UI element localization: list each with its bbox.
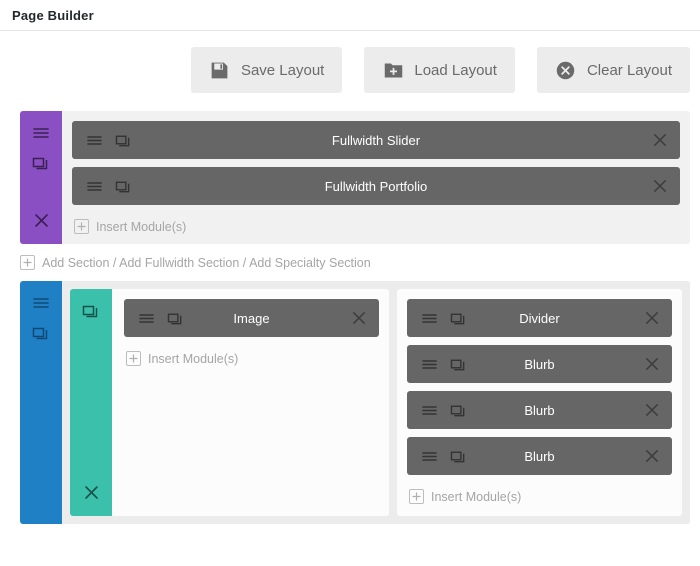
- circle-x-icon: [555, 59, 577, 81]
- insert-modules-button[interactable]: Insert Module(s): [124, 345, 379, 368]
- module-row[interactable]: Image: [124, 299, 379, 337]
- settings-hamburger-icon[interactable]: [419, 400, 439, 420]
- save-layout-button[interactable]: Save Layout: [190, 47, 343, 93]
- save-layout-label: Save Layout: [240, 61, 325, 79]
- module-row[interactable]: Fullwidth Slider: [72, 121, 680, 159]
- settings-hamburger-icon[interactable]: [419, 308, 439, 328]
- section-controls-fullwidth: [20, 111, 62, 244]
- duplicate-icon[interactable]: [448, 308, 468, 328]
- clear-layout-button[interactable]: Clear Layout: [536, 47, 690, 93]
- insert-modules-label: Insert Module(s): [431, 489, 522, 504]
- duplicate-icon[interactable]: [113, 130, 133, 150]
- settings-hamburger-icon[interactable]: [84, 176, 104, 196]
- column-body: Image Insert Module(s): [112, 289, 389, 516]
- duplicate-icon[interactable]: [448, 354, 468, 374]
- insert-modules-label: Insert Module(s): [96, 219, 187, 234]
- plus-icon: [74, 219, 89, 234]
- section-fullwidth-body: Fullwidth Slider Fullwidth Portfolio Ins…: [62, 111, 690, 244]
- close-x-icon[interactable]: [644, 310, 660, 326]
- module-title: Fullwidth Slider: [331, 132, 421, 148]
- page-header: Page Builder: [0, 0, 700, 30]
- duplicate-icon[interactable]: [165, 308, 185, 328]
- column-specialty[interactable]: Image Insert Module(s): [70, 289, 389, 516]
- module-row[interactable]: Blurb: [407, 345, 672, 383]
- close-x-icon[interactable]: [644, 356, 660, 372]
- add-section-link[interactable]: Add Section / Add Fullwidth Section / Ad…: [20, 255, 700, 270]
- section-specialty-body: Image Insert Module(s) Divider Blurb Blu…: [62, 281, 690, 524]
- duplicate-icon[interactable]: [448, 400, 468, 420]
- add-section-label: Add Section / Add Fullwidth Section / Ad…: [42, 255, 371, 270]
- page-title: Page Builder: [12, 7, 94, 23]
- insert-modules-button[interactable]: Insert Module(s): [407, 483, 672, 506]
- settings-hamburger-icon[interactable]: [419, 354, 439, 374]
- floppy-disk-icon: [209, 59, 231, 81]
- settings-hamburger-icon[interactable]: [419, 446, 439, 466]
- insert-modules-button[interactable]: Insert Module(s): [72, 213, 680, 236]
- builder-toolbar: Save Layout Load Layout Clear Layout: [0, 31, 700, 111]
- plus-icon: [126, 351, 141, 366]
- column-controls: [70, 289, 112, 516]
- module-title: Fullwidth Portfolio: [324, 178, 428, 194]
- close-x-icon[interactable]: [652, 178, 668, 194]
- clear-layout-label: Clear Layout: [586, 61, 672, 79]
- load-layout-button[interactable]: Load Layout: [364, 47, 515, 93]
- duplicate-icon[interactable]: [31, 323, 51, 343]
- plus-icon: [409, 489, 424, 504]
- duplicate-icon[interactable]: [81, 301, 101, 321]
- settings-hamburger-icon[interactable]: [31, 293, 51, 313]
- close-x-icon[interactable]: [31, 210, 51, 230]
- close-x-icon[interactable]: [652, 132, 668, 148]
- section-specialty[interactable]: Image Insert Module(s) Divider Blurb Blu…: [20, 281, 690, 524]
- insert-modules-label: Insert Module(s): [148, 351, 239, 366]
- duplicate-icon[interactable]: [113, 176, 133, 196]
- close-x-icon[interactable]: [351, 310, 367, 326]
- close-x-icon[interactable]: [644, 402, 660, 418]
- close-x-icon[interactable]: [644, 448, 660, 464]
- load-layout-label: Load Layout: [414, 61, 497, 79]
- module-row[interactable]: Divider: [407, 299, 672, 337]
- module-row[interactable]: Fullwidth Portfolio: [72, 167, 680, 205]
- module-row[interactable]: Blurb: [407, 391, 672, 429]
- plus-icon: [20, 255, 35, 270]
- module-row[interactable]: Blurb: [407, 437, 672, 475]
- settings-hamburger-icon[interactable]: [31, 123, 51, 143]
- duplicate-icon[interactable]: [448, 446, 468, 466]
- section-controls-specialty: [20, 281, 62, 524]
- column-standard[interactable]: Divider Blurb Blurb Blurb Insert Module(…: [397, 289, 682, 516]
- section-fullwidth[interactable]: Fullwidth Slider Fullwidth Portfolio Ins…: [20, 111, 690, 244]
- settings-hamburger-icon[interactable]: [84, 130, 104, 150]
- folder-plus-icon: [382, 59, 404, 81]
- duplicate-icon[interactable]: [31, 153, 51, 173]
- page-builder: Save Layout Load Layout Clear Layout Ful…: [0, 31, 700, 524]
- settings-hamburger-icon[interactable]: [136, 308, 156, 328]
- close-x-icon[interactable]: [81, 482, 101, 502]
